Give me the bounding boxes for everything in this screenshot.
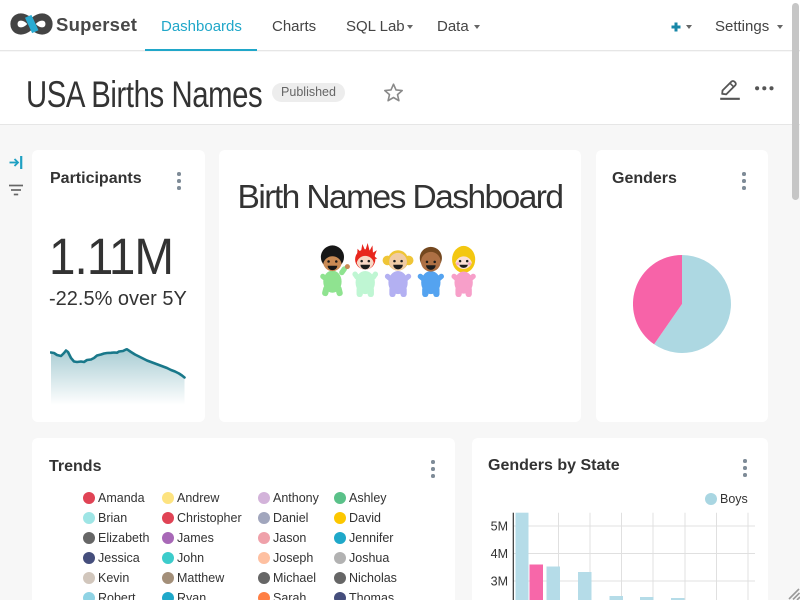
svg-text:3M: 3M [491,575,508,589]
svg-text:5M: 5M [491,520,508,534]
svg-text:4M: 4M [491,547,508,561]
